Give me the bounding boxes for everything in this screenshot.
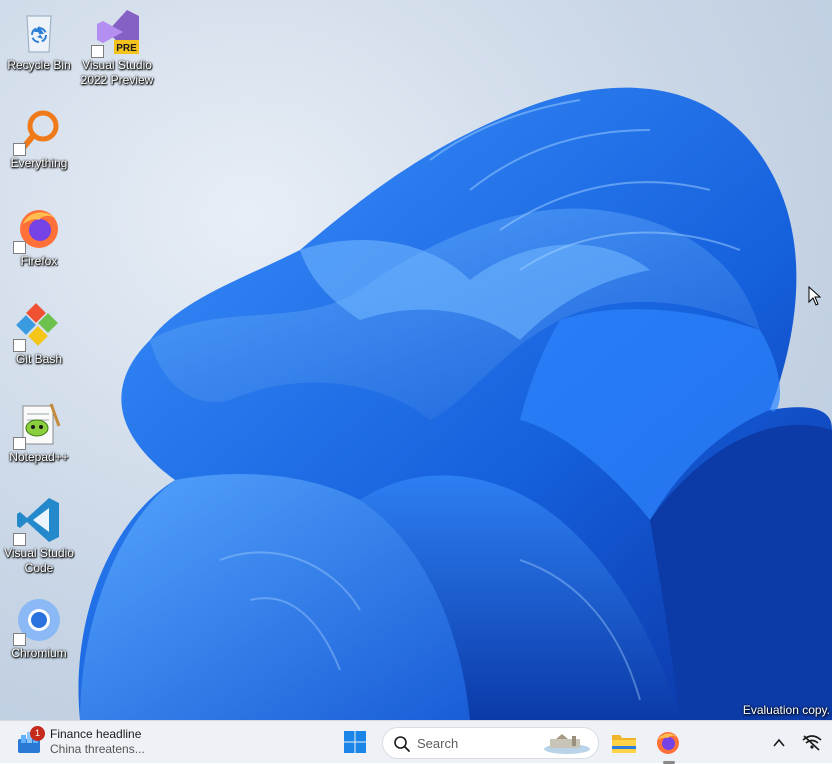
chevron-up-icon	[773, 738, 785, 747]
mouse-cursor-icon	[808, 286, 822, 306]
widget-subtitle: China threatens...	[50, 742, 145, 756]
widgets-button[interactable]: 1 Finance headline China threatens...	[14, 725, 145, 759]
desktop-icon-label: Recycle Bin	[7, 58, 71, 72]
desktop-icon-label: Firefox	[20, 254, 58, 268]
taskbar-file-explorer[interactable]	[611, 731, 637, 759]
desktop-icon-label: Visual Studio Code	[4, 546, 74, 575]
search-icon	[394, 736, 410, 752]
windows-start-icon	[344, 731, 366, 753]
network-disconnected-icon	[802, 735, 822, 751]
evaluation-watermark: Evaluation copy.	[742, 703, 830, 717]
shortcut-arrow-icon	[13, 633, 26, 646]
desktop-icon-label: Everything	[10, 156, 68, 170]
desktop: Recycle Bin PRE Visual Studio 2022 Previ…	[0, 0, 832, 720]
vscode-icon	[13, 496, 63, 546]
recycle-bin-icon	[15, 8, 63, 56]
shortcut-arrow-icon	[13, 143, 26, 156]
widget-title: Finance headline	[50, 727, 142, 741]
start-button[interactable]	[340, 729, 370, 757]
notification-badge: 1	[30, 726, 45, 741]
desktop-icon-notepad-plus-plus[interactable]: Notepad++	[0, 400, 78, 465]
desktop-icon-label: Chromium	[11, 646, 67, 660]
taskbar: 1 Finance headline China threatens... Se…	[0, 720, 832, 764]
desktop-icon-firefox[interactable]: Firefox	[0, 204, 78, 269]
search-highlight-image	[544, 734, 590, 754]
shortcut-arrow-icon	[13, 437, 26, 450]
desktop-icon-label: Visual Studio 2022 Preview	[80, 58, 154, 87]
desktop-icon-visual-studio-preview[interactable]: PRE Visual Studio 2022 Preview	[78, 8, 156, 88]
shortcut-arrow-icon	[91, 45, 104, 58]
shortcut-arrow-icon	[13, 533, 26, 546]
taskbar-search-box[interactable]: Search	[382, 727, 599, 759]
show-hidden-icons-button[interactable]	[772, 735, 786, 754]
git-bash-icon	[13, 302, 63, 352]
everything-search-icon	[13, 106, 63, 156]
file-explorer-icon	[612, 735, 636, 753]
desktop-icon-vscode[interactable]: Visual Studio Code	[0, 496, 78, 576]
svg-text:PRE: PRE	[116, 43, 137, 54]
widgets-news-icon: 1	[14, 726, 45, 757]
shortcut-arrow-icon	[13, 339, 26, 352]
visual-studio-preview-icon: PRE	[91, 8, 141, 58]
network-status-button[interactable]	[802, 734, 822, 756]
desktop-icon-recycle-bin[interactable]: Recycle Bin	[0, 8, 78, 73]
desktop-icon-chromium[interactable]: Chromium	[0, 596, 78, 661]
desktop-icon-git-bash[interactable]: Git Bash	[0, 302, 78, 367]
desktop-icon-label: Git Bash	[15, 352, 63, 366]
firefox-icon	[13, 204, 63, 254]
notepad-plus-plus-icon	[13, 400, 63, 450]
desktop-icon-everything[interactable]: Everything	[0, 106, 78, 171]
search-placeholder: Search	[417, 736, 459, 751]
firefox-icon	[657, 732, 679, 754]
wallpaper-bloom	[78, 87, 832, 720]
taskbar-firefox[interactable]	[655, 729, 681, 759]
desktop-icon-label: Notepad++	[9, 450, 69, 464]
shortcut-arrow-icon	[13, 241, 26, 254]
chromium-icon	[13, 596, 63, 646]
